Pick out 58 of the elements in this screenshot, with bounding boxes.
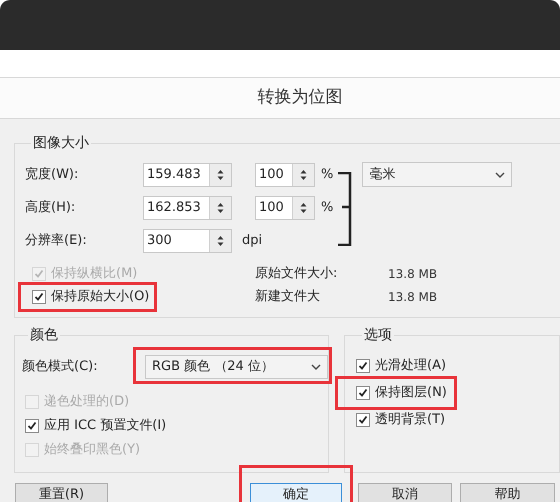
- info-value: 13.8 MB: [388, 266, 438, 282]
- spinner-button[interactable]: [292, 164, 314, 186]
- unit-dropdown[interactable]: 毫米: [362, 162, 512, 187]
- spinner-button[interactable]: [209, 230, 231, 252]
- info-label: 原始文件大小:: [255, 264, 338, 283]
- checkbox[interactable]: [356, 358, 370, 372]
- info-value: 13.8 MB: [388, 288, 438, 306]
- checkbox[interactable]: [356, 386, 370, 400]
- number-field[interactable]: 300: [143, 228, 232, 252]
- number-field[interactable]: 100: [255, 196, 315, 220]
- check-icon: [27, 421, 37, 431]
- dialog-button[interactable]: 确定: [250, 483, 342, 502]
- spinner-button[interactable]: [209, 164, 231, 186]
- check-icon: [34, 268, 44, 278]
- number-field[interactable]: 159.483: [143, 162, 232, 186]
- check-icon: [358, 414, 368, 424]
- checkbox-label: 始终叠印黑色(Y): [44, 441, 140, 460]
- field-label: 宽度(W):: [25, 166, 80, 184]
- chevron-down-icon: [495, 172, 506, 178]
- checkbox-label: 保持图层(N): [375, 384, 447, 402]
- checkbox-label: 应用 ICC 预置文件(I): [44, 417, 166, 436]
- spinner-button[interactable]: [209, 196, 231, 218]
- unit-label: dpi: [242, 232, 262, 250]
- checkbox-label: 光滑处理(A): [375, 356, 446, 375]
- info-label: 新建文件大: [255, 288, 321, 306]
- checkbox-label: 透明背景(T): [375, 410, 446, 429]
- check-icon: [34, 292, 44, 302]
- number-field[interactable]: 162.853: [143, 196, 232, 220]
- number-field[interactable]: 100: [255, 162, 315, 186]
- checkbox-label: 保持原始大小(O): [51, 288, 150, 306]
- color-mode-dropdown[interactable]: RGB 颜色 （24 位）: [145, 355, 328, 379]
- link-bracket-icon: [338, 172, 352, 246]
- check-icon: [358, 360, 368, 370]
- group-title: 图像大小: [32, 134, 90, 153]
- up-down-arrows-icon: [217, 168, 224, 180]
- checkbox[interactable]: [25, 419, 39, 433]
- up-down-arrows-icon: [300, 202, 307, 214]
- chevron-down-icon: [311, 364, 321, 370]
- up-down-arrows-icon: [300, 168, 307, 180]
- field-label: 颜色模式(C):: [22, 358, 99, 376]
- field-label: 高度(H):: [25, 198, 76, 217]
- checkbox[interactable]: [356, 412, 370, 426]
- group-title: 选项: [363, 326, 393, 345]
- up-down-arrows-icon: [217, 234, 224, 246]
- checkbox-label: 递色处理的(D): [44, 393, 130, 412]
- checkbox-label: 保持纵横比(M): [51, 264, 138, 283]
- unit-label: %: [321, 166, 334, 184]
- dialog-title: 转换为位图: [258, 86, 342, 110]
- field-label: 分辨率(E):: [25, 232, 88, 250]
- unit-label: %: [321, 198, 334, 217]
- dialog-button[interactable]: 帮助: [460, 483, 555, 502]
- check-icon: [358, 388, 368, 398]
- spinner-button[interactable]: [292, 196, 314, 218]
- group-title: 颜色: [29, 326, 59, 345]
- up-down-arrows-icon: [217, 202, 224, 214]
- dialog-button[interactable]: 取消: [358, 483, 452, 502]
- dialog-button[interactable]: 重置(R): [15, 483, 108, 502]
- checkbox[interactable]: [32, 290, 46, 304]
